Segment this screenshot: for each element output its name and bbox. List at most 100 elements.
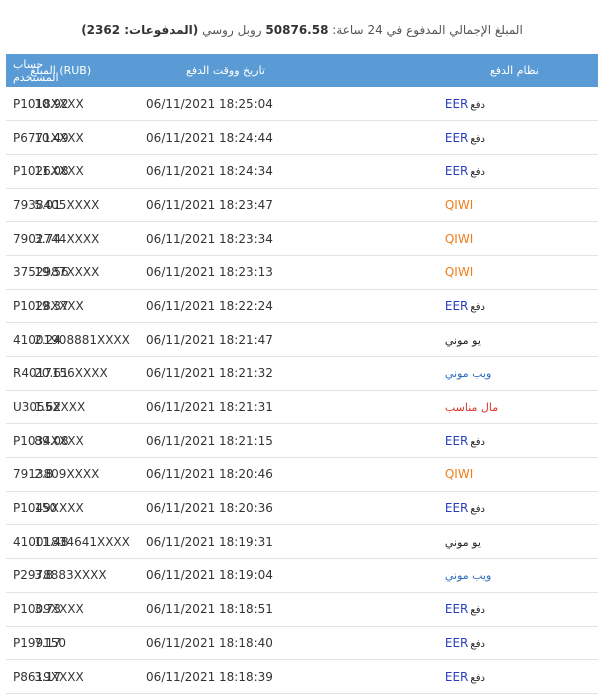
system-name: EER [444,130,469,145]
cell-datetime: 06/11/2021 18:21:15 [146,433,273,448]
cell-account: R4017156XXXX [13,366,108,381]
cell-system: EER دفع [431,87,598,121]
system-suffix: دفع [470,605,485,617]
cell-system: QIWI [431,458,598,492]
table-row: P2978883XXXX 3.8 06/11/2021 18:19:04 ويب مو… [6,559,598,593]
cell-account: P8619XXXX [13,669,84,684]
table-row: 7913809XXXX 2.8 06/11/2021 18:20:46 QIWI [6,458,598,492]
system-suffix: دفع [470,436,485,448]
cell-account: P6771XXXX [13,130,84,145]
summary-amount: 50876.58 [265,23,329,37]
header-datetime: تاريخ ووقت الدفع [186,64,265,77]
system-name: EER [444,433,469,448]
cell-datetime: 06/11/2021 18:23:47 [146,197,273,212]
cell-datetime: 06/11/2021 18:19:04 [146,568,273,583]
system-suffix: دفع [470,301,485,313]
payment-system-qiwi: QIWI [444,231,474,246]
cell-system: EER دفع [431,660,598,694]
cell-system: QIWI [431,222,598,256]
system-name: EER [444,669,469,684]
cell-datetime: 06/11/2021 18:21:31 [146,400,273,415]
cell-account: 3752987XXXX [13,265,100,280]
system-suffix: دفع [470,504,485,516]
cell-system: EER دفع [431,626,598,660]
cell-system: يو موني [431,525,598,559]
cell-datetime: 06/11/2021 18:23:34 [146,231,273,246]
table-row: P199150 7.17 06/11/2021 18:18:40 EER دفع [6,626,598,660]
system-name: EER [444,96,469,111]
cell-system: EER دفع [431,289,598,323]
cell-account: P1018XXXX [13,96,84,111]
cell-account: P1028XXXX [13,298,84,313]
cell-datetime: 06/11/2021 18:18:40 [146,635,273,650]
cell-system: EER دفع [431,154,598,188]
table-row: U3055XXXX 1.62 06/11/2021 18:21:31 مال مناس… [6,390,598,424]
payment-system-qiwi: QIWI [444,467,474,482]
table-row: P8619XXXX 3.17 06/11/2021 18:18:39 EER دفع [6,660,598,694]
table-row: P6771XXXX 10.49 06/11/2021 18:24:44 EER دفع [6,121,598,155]
cell-account: P1049XXXX [13,501,84,516]
table-row: 7938405XXXX 5.01 06/11/2021 18:23:47 QIWI [6,188,598,222]
cell-datetime: 06/11/2021 18:18:39 [146,669,273,684]
summary-prefix: المبلغ الإجمالي المدفوع في 24 ساعة: [332,23,523,37]
cell-account: 7913809XXXX [13,467,100,482]
cell-system: EER دفع [431,424,598,458]
cell-datetime: 06/11/2021 18:20:36 [146,501,273,516]
table-row: 41001834641XXXX 11.48 06/11/2021 18:19:31 ي… [6,525,598,559]
payment-system-webmoney: ويب موني [444,367,492,381]
table-row: R4017156XXXX 20.61 06/11/2021 18:21:32 ويب … [6,357,598,391]
payment-system-eer: EER دفع [445,164,485,178]
header-system: نظام الدفع [489,64,539,77]
system-suffix: دفع [470,99,485,111]
summary-payments: (المدفوعات: 2362) [81,23,199,37]
cell-account: P1009XXXX [13,602,84,617]
header-account: حساب المستخدم [13,57,59,84]
payment-system-qiwi: QIWI [444,197,474,212]
system-name: EER [444,298,469,313]
table-body: P1018XXXX 10.92 06/11/2021 18:25:04 EER دفع P… [6,87,598,694]
system-name: EER [444,501,469,516]
table-row: P1028XXXX 19.37 06/11/2021 18:22:24 EER دفع [6,289,598,323]
cell-account: P199150 [13,635,67,650]
table-row: 7902744XXXX 3.74 06/11/2021 18:23:34 QIWI [6,222,598,256]
table-header: حساب المستخدم المبلغ (RUB) تاريخ ووقت ال… [6,54,598,87]
cell-datetime: 06/11/2021 18:19:31 [146,534,273,549]
system-name: EER [444,635,469,650]
payment-system-mall: مال مناسب [444,401,499,415]
payment-system-yoomoney: يو موني [444,535,481,549]
system-name: EER [444,164,469,179]
cell-datetime: 06/11/2021 18:24:34 [146,164,273,179]
cell-system: EER دفع [431,491,598,525]
cell-account: P1034XXXX [13,433,84,448]
cell-account: 7902744XXXX [13,231,100,246]
cell-system: EER دفع [431,121,598,155]
payment-system-eer: EER دفع [445,501,485,515]
table-row: 41001908881XXXX 2.24 06/11/2021 18:21:47 يو… [6,323,598,357]
payment-system-qiwi: QIWI [444,265,474,280]
payment-system-eer: EER دفع [445,670,485,684]
cell-account: 7938405XXXX [13,197,100,212]
cell-system: EER دفع [431,592,598,626]
cell-account: P2978883XXXX [13,568,107,583]
cell-datetime: 06/11/2021 18:23:13 [146,265,273,280]
cell-datetime: 06/11/2021 18:25:04 [146,96,273,111]
table-row: P1009XXXX 3.73 06/11/2021 18:18:51 EER دفع [6,592,598,626]
cell-system: ويب موني [431,357,598,391]
cell-account: 41001834641XXXX [13,534,130,549]
system-suffix: دفع [470,167,485,179]
payment-system-eer: EER دفع [445,97,485,111]
cell-datetime: 06/11/2021 18:21:32 [146,366,273,381]
payments-table: حساب المستخدم المبلغ (RUB) تاريخ ووقت ال… [6,54,598,694]
payment-system-eer: EER دفع [445,434,485,448]
cell-datetime: 06/11/2021 18:22:24 [146,298,273,313]
table-row: P1049XXXX 150 06/11/2021 18:20:36 EER دفع [6,491,598,525]
table-row: 3752987XXXX 19.56 06/11/2021 18:23:13 QIWI [6,255,598,290]
cell-account: U3055XXXX [13,400,86,415]
cell-amount: 7.17 [34,635,61,650]
system-suffix: دفع [470,672,485,684]
cell-datetime: 06/11/2021 18:24:44 [146,130,273,145]
cell-system: مال مناسب [431,390,598,424]
payment-system-eer: EER دفع [445,299,485,313]
cell-system: ويب موني [431,559,598,593]
cell-account: P1026XXXX [13,164,84,179]
